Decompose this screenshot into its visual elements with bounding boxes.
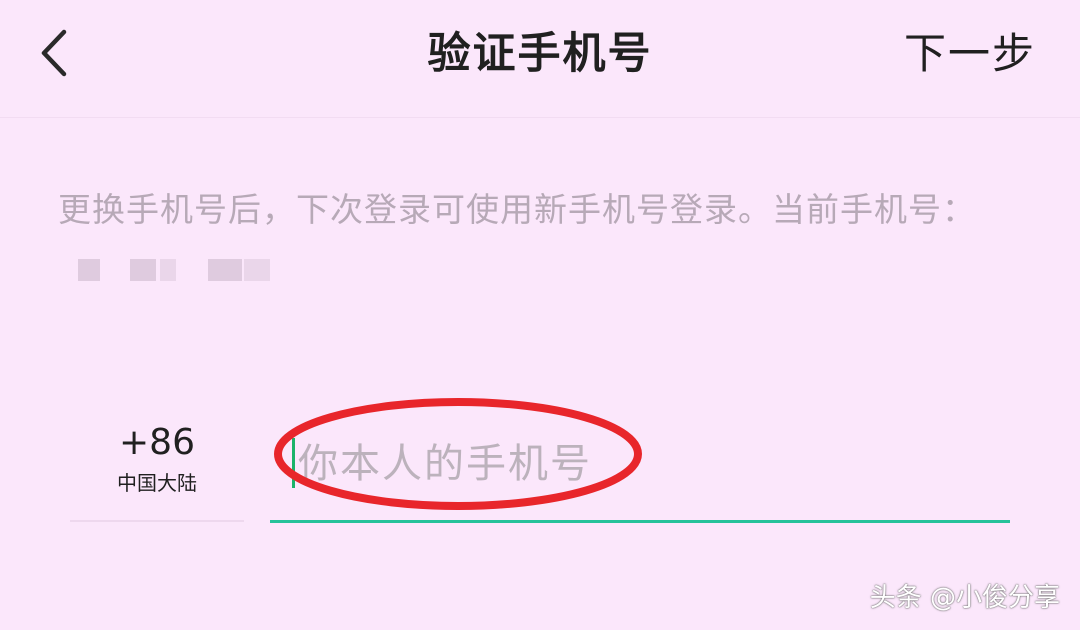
country-code-selector[interactable]: +86 中国大陆 <box>70 420 244 498</box>
phone-input-underline <box>270 520 1010 523</box>
phone-number-input[interactable] <box>298 434 998 494</box>
change-phone-description: 更换手机号后，下次登录可使用新手机号登录。当前手机号： <box>58 182 1018 294</box>
country-code: +86 <box>119 422 195 463</box>
country-name: 中国大陆 <box>117 471 197 495</box>
text-caret <box>292 438 295 488</box>
description-text: 更换手机号后，下次登录可使用新手机号登录。当前手机号： <box>58 190 976 229</box>
phone-input-container[interactable] <box>270 420 1010 520</box>
next-step-button[interactable]: 下一步 <box>904 24 1036 84</box>
header-divider <box>0 117 1080 118</box>
masked-current-number <box>64 253 284 283</box>
country-underline <box>70 520 244 522</box>
top-nav-bar: 验证手机号 下一步 <box>0 0 1080 118</box>
watermark: 头条 @小俊分享 <box>869 583 1060 613</box>
verify-phone-screen: 验证手机号 下一步 更换手机号后，下次登录可使用新手机号登录。当前手机号： +8… <box>0 0 1080 630</box>
